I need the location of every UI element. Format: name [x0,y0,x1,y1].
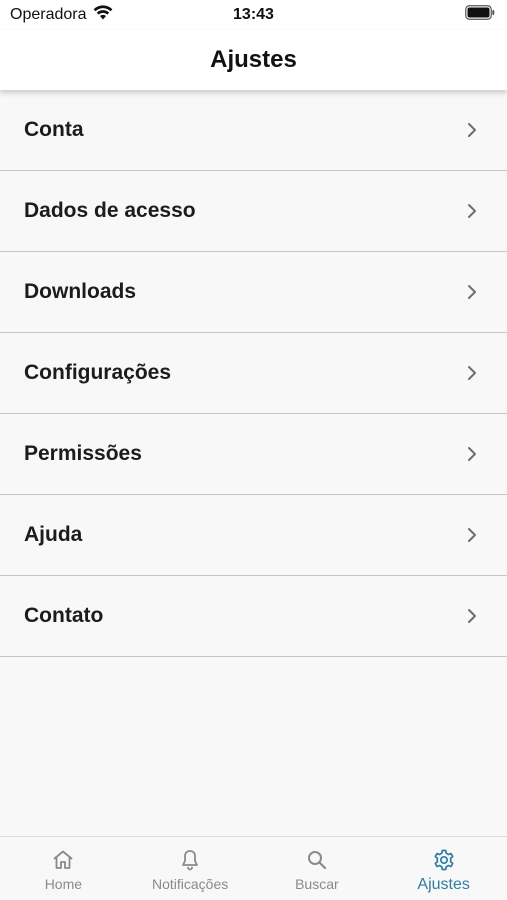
menu-item-label: Downloads [24,280,137,303]
tab-home[interactable]: Home [0,837,127,900]
chevron-right-icon [467,527,477,543]
status-bar: Operadora 13:43 [0,0,507,30]
chevron-right-icon [467,203,477,219]
tab-bar: Home Notificações Buscar Ajustes [0,836,507,900]
menu-item-label: Conta [24,118,84,141]
tab-label: Buscar [295,876,339,892]
home-icon [51,848,75,872]
menu-item-label: Dados de acesso [24,199,196,222]
menu-item-configuracoes[interactable]: Configurações [0,333,507,414]
menu-item-conta[interactable]: Conta [0,90,507,171]
menu-item-dados-de-acesso[interactable]: Dados de acesso [0,171,507,252]
tab-ajustes[interactable]: Ajustes [380,837,507,900]
menu-item-label: Permissões [24,442,142,465]
tab-label: Notificações [151,876,229,892]
battery-icon [465,5,495,25]
chevron-right-icon [467,122,477,138]
gear-icon [432,848,456,872]
chevron-right-icon [467,446,477,462]
search-icon [305,848,329,872]
menu-item-contato[interactable]: Contato [0,576,507,657]
bell-icon [178,848,202,872]
wifi-icon [93,5,113,25]
tab-buscar[interactable]: Buscar [254,837,381,900]
menu-item-downloads[interactable]: Downloads [0,252,507,333]
menu-item-ajuda[interactable]: Ajuda [0,495,507,576]
settings-menu-list: Conta Dados de acesso Downloads Configur… [0,90,507,657]
tab-label: Home [44,876,83,892]
carrier-label: Operadora [10,6,87,23]
page-title: Ajustes [210,46,297,73]
chevron-right-icon [467,608,477,624]
menu-item-permissoes[interactable]: Permissões [0,414,507,495]
status-left: Operadora [10,5,113,25]
nav-header: Ajustes [0,30,507,90]
settings-screen: Operadora 13:43 Ajustes Conta Dados de a… [0,0,507,900]
chevron-right-icon [467,365,477,381]
tab-label: Ajustes [417,876,470,893]
tab-notificacoes[interactable]: Notificações [127,837,254,900]
status-right [465,5,495,25]
menu-item-label: Configurações [24,361,172,384]
menu-item-label: Ajuda [24,523,83,546]
menu-item-label: Contato [24,604,104,627]
chevron-right-icon [467,284,477,300]
